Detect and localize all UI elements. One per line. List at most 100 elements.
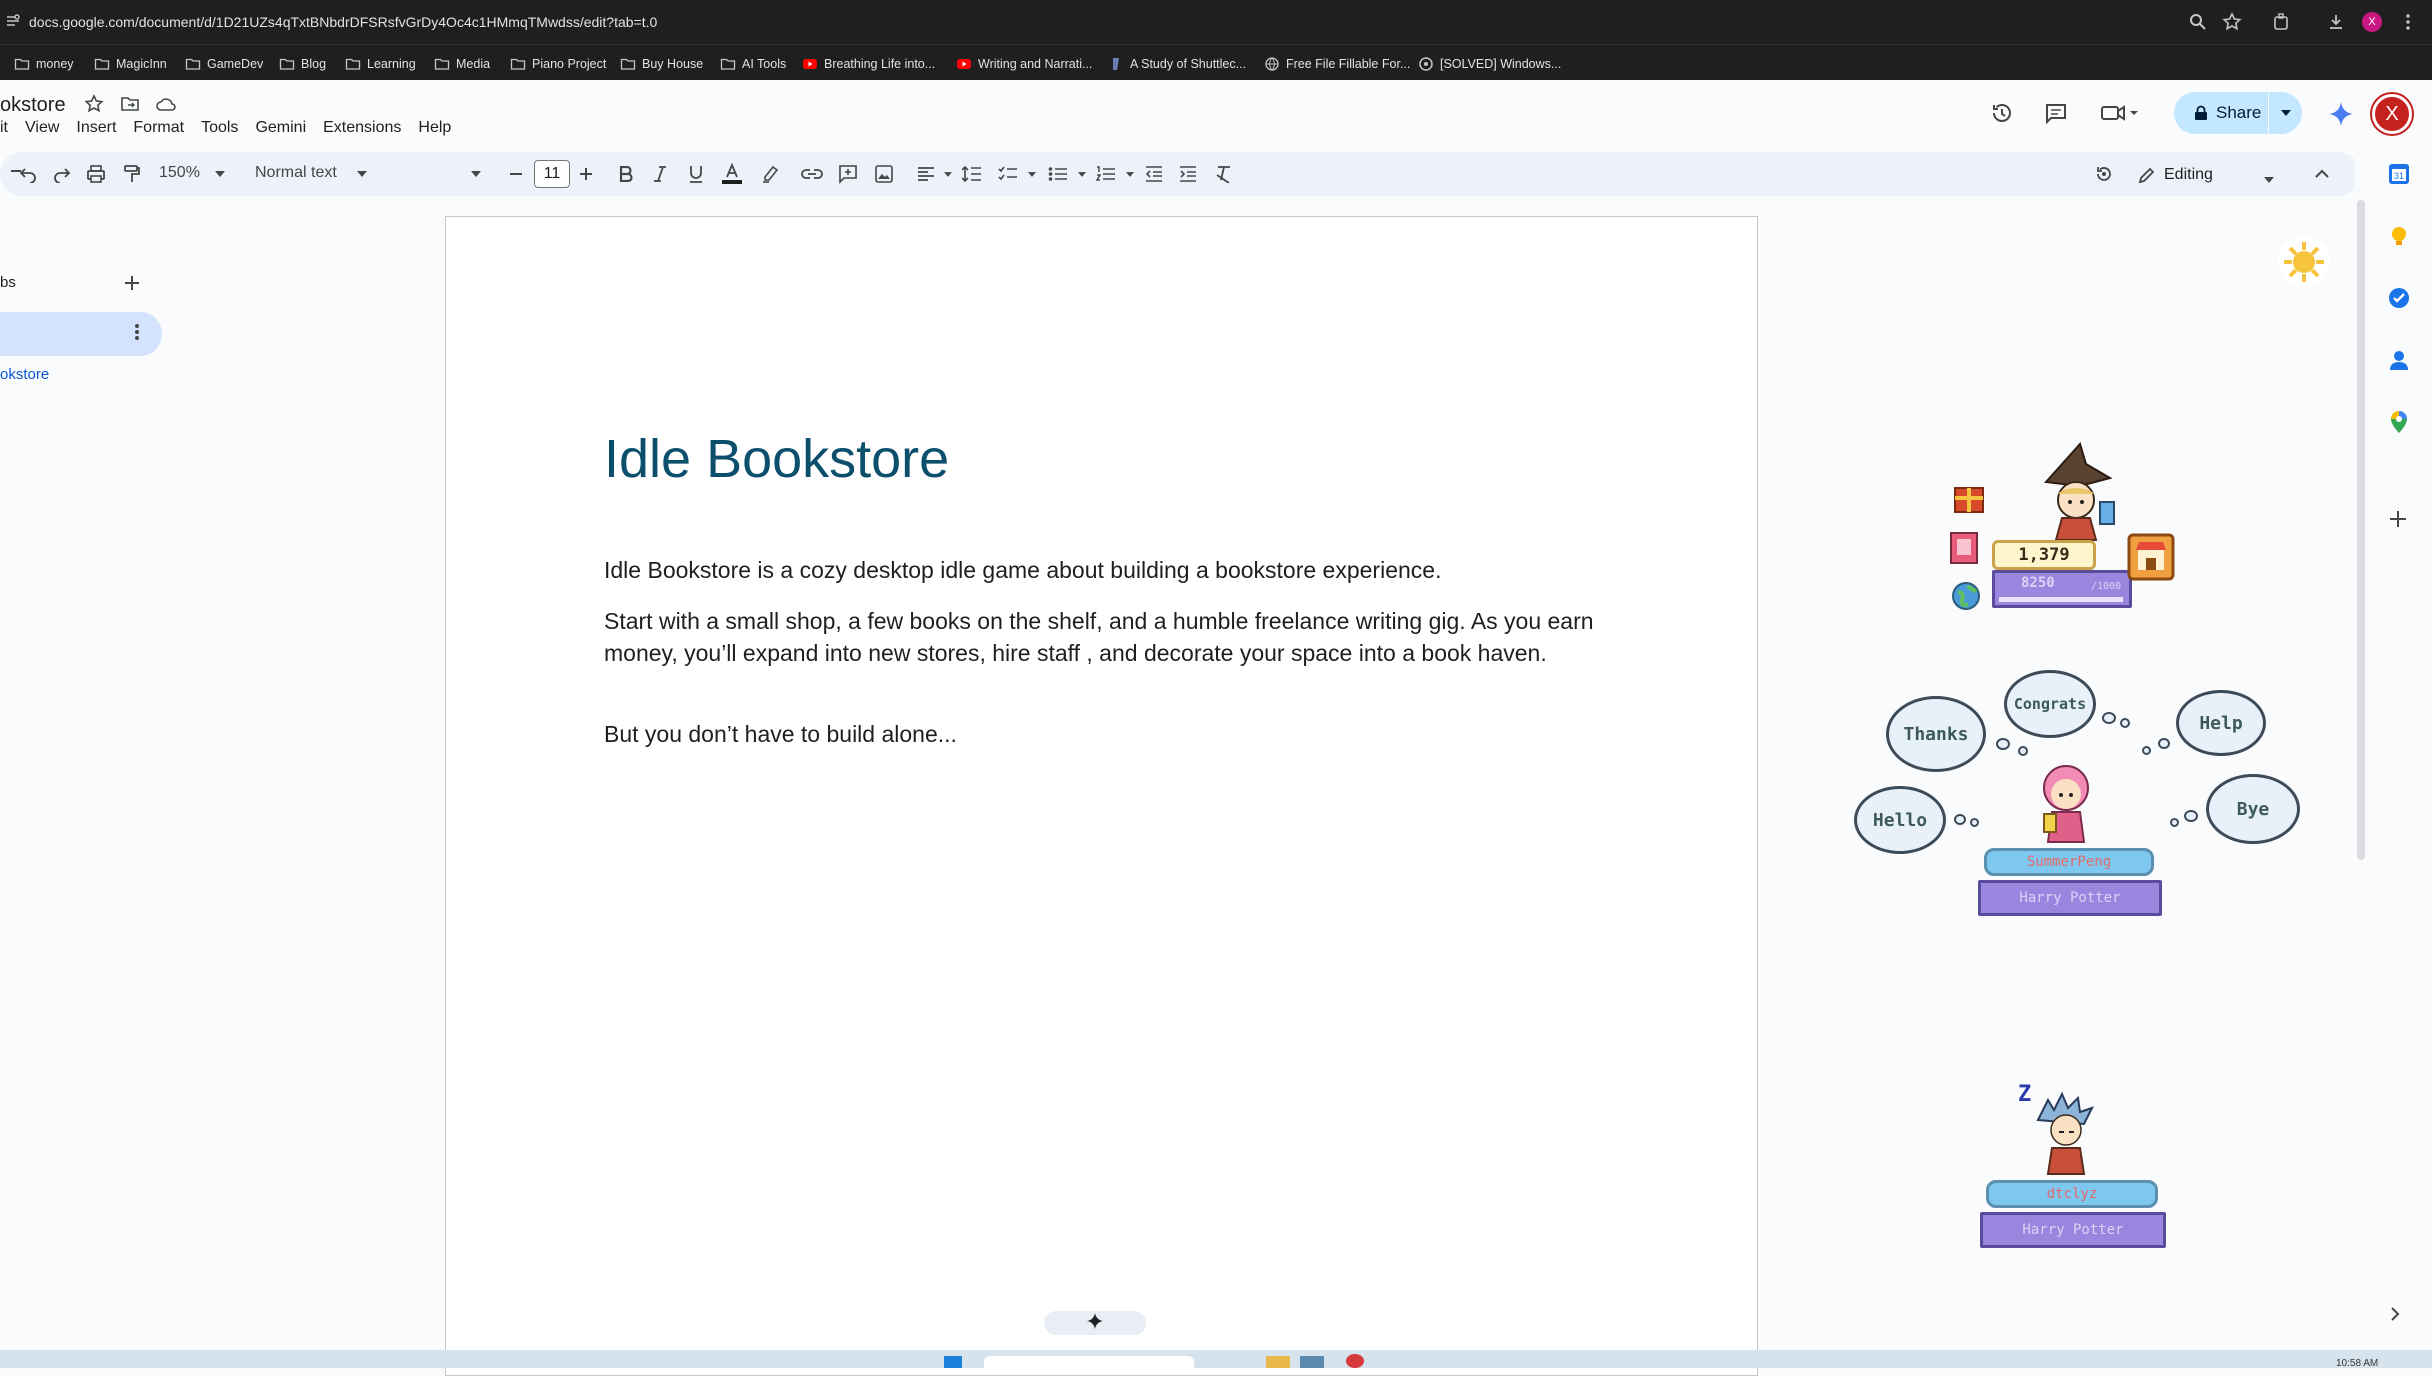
menu-extensions[interactable]: Extensions (323, 119, 401, 143)
bookmark-item[interactable]: Free File Fillable For... (1264, 54, 1410, 74)
font-dropdown-icon[interactable] (464, 162, 488, 186)
notification-badge-icon[interactable] (1346, 1354, 1364, 1368)
cloud-saved-icon[interactable] (155, 96, 177, 118)
menu-help[interactable]: Help (418, 119, 451, 143)
menu-tools[interactable]: Tools (201, 119, 238, 143)
scrollbar[interactable] (2357, 200, 2365, 860)
undo-icon[interactable] (16, 162, 40, 186)
clear-formatting-icon[interactable] (1212, 162, 1236, 186)
emote-bubble-congrats[interactable]: Congrats (2004, 670, 2096, 738)
tasks-icon[interactable] (2387, 286, 2413, 312)
bookmark-item[interactable]: Piano Project (510, 54, 606, 74)
italic-icon[interactable] (648, 162, 672, 186)
comments-icon[interactable] (2044, 101, 2068, 125)
bulleted-list-dropdown-icon[interactable] (1070, 162, 1094, 186)
browser-menu-icon[interactable] (2398, 12, 2418, 32)
taskbar-search-box[interactable] (984, 1356, 1194, 1368)
extensions-icon[interactable] (2272, 12, 2292, 32)
gemini-help-me-write-button[interactable] (1044, 1311, 1146, 1335)
bookmark-item[interactable]: Learning (345, 54, 416, 74)
start-button-icon[interactable] (944, 1356, 962, 1368)
move-folder-icon[interactable] (120, 95, 142, 117)
hide-menus-chevron-icon[interactable] (2310, 162, 2334, 186)
add-tab-icon[interactable] (124, 271, 140, 297)
add-addon-icon[interactable] (2387, 508, 2413, 534)
numbered-list-dropdown-icon[interactable] (1118, 162, 1142, 186)
site-info-icon[interactable] (4, 12, 24, 32)
bookmark-item[interactable]: MagicInn (94, 54, 167, 74)
menu-gemini[interactable]: Gemini (255, 119, 306, 143)
gemini-sparkle-icon[interactable] (2328, 101, 2354, 127)
numbered-list-icon[interactable] (1094, 162, 1118, 186)
menu-view[interactable]: View (25, 119, 59, 143)
redo-icon[interactable] (50, 162, 74, 186)
sun-weather-icon[interactable] (2276, 234, 2332, 295)
document-page[interactable] (445, 216, 1758, 1376)
share-button[interactable]: Share (2174, 92, 2302, 134)
document-title[interactable]: okstore (0, 94, 66, 117)
url-text[interactable]: docs.google.com/document/d/1D21UZs4qTxtB… (29, 14, 657, 30)
world-globe-icon[interactable] (1950, 580, 1982, 617)
bookmark-item[interactable]: GameDev (185, 54, 263, 74)
shop-icon[interactable] (2126, 532, 2176, 587)
taskbar-app-icon[interactable] (1300, 1356, 1324, 1368)
decrease-font-size-icon[interactable] (504, 162, 528, 186)
editing-mode-select[interactable]: Editing (2138, 160, 2278, 190)
meet-icon[interactable] (2100, 101, 2140, 125)
profile-avatar[interactable]: X (2362, 12, 2382, 32)
insert-image-icon[interactable] (872, 162, 896, 186)
emote-bubble-help[interactable]: Help (2176, 690, 2266, 756)
insert-link-icon[interactable] (800, 162, 824, 186)
star-icon[interactable] (84, 94, 106, 116)
highlight-color-icon[interactable] (758, 162, 782, 186)
bookmark-item[interactable]: money (14, 54, 74, 74)
style-dropdown-icon[interactable] (350, 162, 374, 186)
align-dropdown-icon[interactable] (936, 162, 960, 186)
bookmark-item[interactable]: Breathing Life into... (802, 54, 935, 74)
paint-format-icon[interactable] (120, 162, 144, 186)
menu-edit[interactable]: it (0, 119, 8, 143)
decrease-indent-icon[interactable] (1142, 162, 1166, 186)
calendar-icon[interactable]: 31 (2387, 162, 2413, 188)
line-spacing-icon[interactable] (960, 162, 984, 186)
bold-icon[interactable] (614, 162, 638, 186)
add-comment-icon[interactable] (836, 162, 860, 186)
bookmark-item[interactable]: AI Tools (720, 54, 786, 74)
bookmark-item[interactable]: Blog (279, 54, 326, 74)
emote-bubble-thanks[interactable]: Thanks (1886, 696, 1986, 772)
witch-character-sprite[interactable] (2028, 440, 2128, 555)
emote-bubble-hello[interactable]: Hello (1854, 786, 1946, 854)
font-size-input[interactable]: 11 (534, 160, 570, 188)
zoom-select[interactable]: 150% (159, 164, 200, 182)
bookmark-item[interactable]: Media (434, 54, 490, 74)
checklist-dropdown-icon[interactable] (1020, 162, 1044, 186)
align-icon[interactable] (914, 162, 938, 186)
keep-icon[interactable] (2387, 224, 2413, 250)
contacts-icon[interactable] (2387, 348, 2413, 374)
bookmark-item[interactable]: A Study of Shuttlec... (1108, 54, 1246, 74)
zoom-dropdown-icon[interactable] (208, 162, 232, 186)
paragraph-style-select[interactable]: Normal text (255, 164, 337, 182)
star-icon[interactable] (2222, 12, 2242, 32)
menu-insert[interactable]: Insert (76, 119, 116, 143)
menu-format[interactable]: Format (133, 119, 184, 143)
suggestions-icon[interactable] (2092, 162, 2116, 186)
editing-dropdown-icon[interactable] (2264, 170, 2274, 188)
file-explorer-icon[interactable] (1266, 1356, 1290, 1368)
blue-hair-character-sprite[interactable] (2030, 1090, 2100, 1185)
expand-panel-chevron-icon[interactable] (2389, 1306, 2415, 1332)
share-dropdown-icon[interactable] (2268, 92, 2302, 134)
active-tab[interactable] (0, 312, 162, 356)
checklist-icon[interactable] (996, 162, 1020, 186)
zoom-icon[interactable] (2188, 12, 2208, 32)
gift-icon[interactable] (1952, 480, 1986, 519)
bookmark-quest-icon[interactable] (1948, 530, 1980, 571)
emote-bubble-bye[interactable]: Bye (2206, 774, 2300, 844)
pink-hair-character-sprite[interactable] (2030, 758, 2102, 853)
underline-icon[interactable] (684, 162, 708, 186)
text-color-icon[interactable] (720, 162, 744, 186)
tab-options-icon[interactable] (134, 322, 140, 348)
account-avatar[interactable]: X (2372, 94, 2412, 134)
print-icon[interactable] (84, 162, 108, 186)
outline-item[interactable]: okstore (0, 366, 49, 383)
